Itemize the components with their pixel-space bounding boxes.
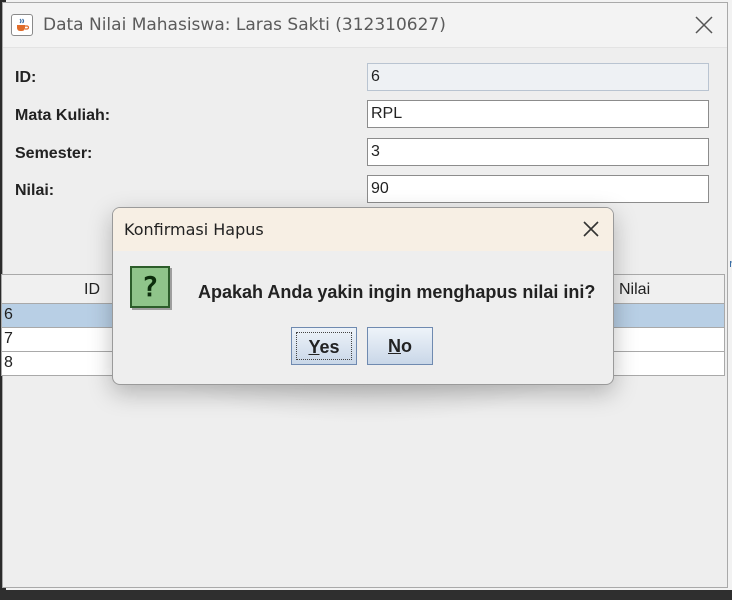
taskbar-strip: [0, 590, 732, 600]
dialog-title: Konfirmasi Hapus: [124, 220, 264, 239]
yes-button[interactable]: Yes: [291, 327, 357, 365]
no-label-rest: o: [401, 336, 412, 356]
yes-label-rest: es: [319, 337, 340, 357]
question-glyph: ?: [141, 270, 159, 303]
close-icon[interactable]: [691, 12, 717, 38]
nilai-label: Nilai:: [15, 182, 55, 199]
close-icon[interactable]: [579, 217, 603, 241]
table-cell-id: 6: [4, 306, 13, 323]
no-button[interactable]: No: [367, 327, 433, 365]
question-icon: ?: [130, 266, 170, 308]
window-titlebar[interactable]: Data Nilai Mahasiswa: Laras Sakti (31231…: [3, 3, 727, 48]
dialog-message: Apakah Anda yakin ingin menghapus nilai …: [198, 282, 596, 302]
id-field: 6: [367, 63, 709, 91]
nilai-field[interactable]: 90: [367, 175, 709, 203]
focus-ring: Yes: [296, 332, 352, 360]
no-mnemonic: N: [388, 336, 401, 356]
table-cell-id: 8: [4, 354, 13, 371]
semester-field[interactable]: 3: [367, 138, 709, 166]
mata-kuliah-field[interactable]: RPL: [367, 100, 709, 128]
java-cup-icon: [11, 14, 33, 36]
mata-kuliah-label: Mata Kuliah:: [15, 107, 111, 124]
table-cell-id: 7: [4, 330, 13, 347]
id-label: ID:: [15, 69, 37, 86]
dialog-titlebar[interactable]: Konfirmasi Hapus: [113, 208, 613, 251]
semester-label: Semester:: [15, 145, 93, 162]
confirm-delete-dialog: Konfirmasi Hapus ? Apakah Anda yakin ing…: [112, 207, 614, 385]
window-title: Data Nilai Mahasiswa: Laras Sakti (31231…: [43, 15, 446, 35]
column-header-id[interactable]: ID: [84, 281, 100, 299]
yes-mnemonic: Y: [308, 337, 320, 357]
